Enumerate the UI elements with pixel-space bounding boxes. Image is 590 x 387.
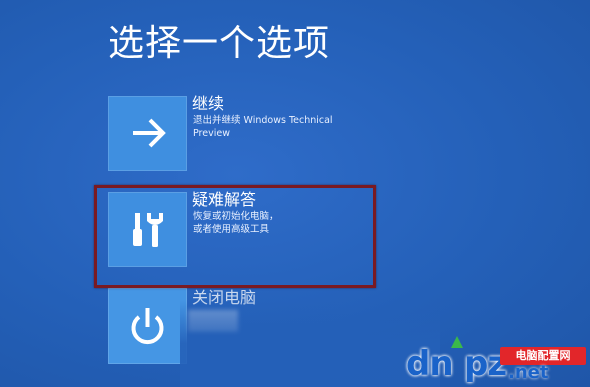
- power-icon: [131, 308, 164, 345]
- arrow-right-icon: [133, 118, 166, 148]
- watermark-brand-left: dn: [406, 344, 454, 384]
- shutdown-tile[interactable]: [108, 288, 187, 364]
- continue-label[interactable]: 继续: [192, 90, 224, 114]
- watermark-logo: dn pz 电脑配置网 .net: [400, 336, 590, 387]
- continue-tile[interactable]: [108, 96, 187, 171]
- highlight-frame: [94, 185, 376, 288]
- page-title: 选择一个选项: [108, 23, 331, 64]
- continue-description: 退出并继续 Windows Technical Preview: [193, 115, 333, 139]
- watermark-domain: .net: [508, 362, 549, 383]
